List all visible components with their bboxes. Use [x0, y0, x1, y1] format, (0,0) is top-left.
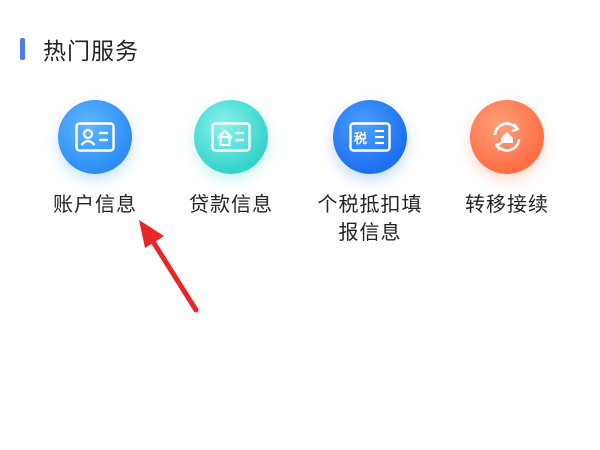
- annotation-arrow: [139, 220, 199, 313]
- section-accent-bar: [20, 38, 25, 60]
- section-title: 热门服务: [43, 39, 139, 65]
- service-label: 账户信息: [53, 192, 137, 216]
- house-card-icon: [194, 100, 268, 174]
- service-label: 个税抵扣填报信息: [317, 192, 423, 244]
- service-loan-info[interactable]: 贷款信息: [166, 100, 296, 218]
- service-transfer[interactable]: 转移接续: [442, 100, 572, 218]
- tax-icon-glyph: 税: [354, 131, 367, 147]
- service-label: 转移接续: [465, 192, 549, 216]
- service-label: 贷款信息: [189, 192, 273, 216]
- service-tax-deduction[interactable]: 税 个税抵扣填报信息: [305, 100, 435, 246]
- hot-services-page: 热门服务 账户信息 贷款信息 税 个税抵扣填报信息 转移接续: [0, 0, 600, 450]
- section-header: 热门服务: [20, 34, 139, 65]
- id-card-icon: [58, 100, 132, 174]
- tax-card-icon: 税: [333, 100, 407, 174]
- service-account-info[interactable]: 账户信息: [30, 100, 160, 218]
- transfer-house-icon: [470, 100, 544, 174]
